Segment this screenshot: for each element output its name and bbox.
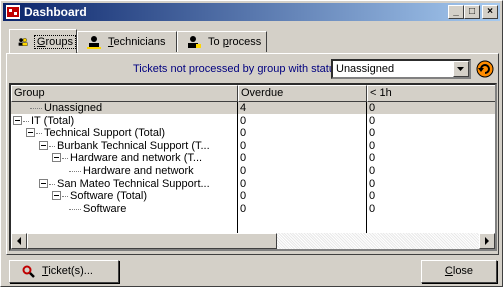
tree-connector bbox=[62, 158, 68, 160]
status-select[interactable]: Unassigned bbox=[331, 59, 471, 79]
tab-to-process-label: To process bbox=[208, 36, 262, 48]
cell-overdue: 4 bbox=[240, 102, 247, 114]
cell-lt1h: 0 bbox=[369, 202, 376, 215]
groups-table[interactable]: Group Overdue < 1h Unassigned 4 0 IT (Total… bbox=[9, 83, 497, 251]
arrow-left-icon bbox=[17, 237, 21, 245]
chevron-down-icon bbox=[457, 67, 464, 71]
cell-group: Burbank Technical Support (T... bbox=[57, 139, 210, 152]
table-row[interactable]: IT (Total) 0 0 bbox=[11, 115, 495, 127]
window-title: Dashboard bbox=[24, 5, 87, 19]
dashboard-window: Dashboard _ □ × Groups Technicians To pr… bbox=[0, 0, 503, 287]
cell-group: Technical Support (Total) bbox=[44, 127, 166, 140]
status-select-dropdown-button[interactable] bbox=[453, 61, 469, 77]
table-row[interactable]: Burbank Technical Support (T... 0 0 bbox=[11, 140, 495, 152]
column-header-lt1h[interactable]: < 1h bbox=[367, 85, 495, 102]
collapse-toggle-icon[interactable] bbox=[52, 191, 61, 201]
tab-groups[interactable]: Groups bbox=[9, 29, 77, 53]
cell-lt1h: 0 bbox=[369, 190, 376, 203]
dashboard-app-icon bbox=[6, 5, 20, 19]
maximize-button[interactable]: □ bbox=[464, 5, 480, 19]
minimize-button[interactable]: _ bbox=[448, 5, 464, 19]
tickets-button[interactable]: Ticket(s)... bbox=[9, 260, 119, 283]
cell-group: Unassigned bbox=[44, 102, 103, 114]
cell-overdue: 0 bbox=[240, 127, 247, 140]
tab-to-process[interactable]: To process bbox=[177, 31, 267, 52]
technician-icon bbox=[87, 36, 101, 49]
refresh-icon[interactable] bbox=[475, 59, 495, 79]
table-row[interactable]: San Mateo Technical Support... 0 0 bbox=[11, 178, 495, 190]
tickets-button-label: Ticket(s)... bbox=[42, 265, 93, 277]
tab-technicians[interactable]: Technicians bbox=[77, 31, 177, 52]
cell-overdue: 0 bbox=[240, 165, 247, 177]
table-row[interactable]: Technical Support (Total) 0 0 bbox=[11, 127, 495, 139]
tree-connector bbox=[30, 108, 42, 109]
collapse-toggle-icon[interactable] bbox=[39, 178, 48, 188]
tree-connector bbox=[36, 133, 42, 135]
scroll-thumb[interactable] bbox=[27, 233, 277, 249]
cell-lt1h: 0 bbox=[369, 102, 376, 114]
cell-lt1h: 0 bbox=[369, 165, 376, 177]
tree-connector bbox=[23, 120, 29, 122]
cell-group: Hardware and network bbox=[83, 165, 194, 177]
scroll-left-button[interactable] bbox=[11, 233, 27, 249]
cell-overdue: 0 bbox=[240, 114, 247, 127]
cell-overdue: 0 bbox=[240, 177, 247, 190]
scroll-right-button[interactable] bbox=[479, 233, 495, 249]
cell-overdue: 0 bbox=[240, 190, 247, 203]
cell-lt1h: 0 bbox=[369, 177, 376, 190]
horizontal-scrollbar[interactable] bbox=[11, 233, 495, 249]
close-button-label: Close bbox=[444, 265, 474, 277]
column-divider bbox=[237, 102, 238, 236]
tree-connector bbox=[69, 208, 81, 210]
table-row[interactable]: Unassigned 4 0 bbox=[11, 102, 495, 114]
close-button[interactable]: Close bbox=[421, 260, 497, 283]
status-select-value: Unassigned bbox=[336, 63, 395, 75]
cell-group: Software (Total) bbox=[70, 190, 148, 203]
tree-connector bbox=[49, 145, 55, 147]
cell-overdue: 0 bbox=[240, 139, 247, 152]
cell-lt1h: 0 bbox=[369, 139, 376, 152]
cell-lt1h: 0 bbox=[369, 114, 376, 127]
tree-connector bbox=[49, 183, 55, 185]
collapse-toggle-icon[interactable] bbox=[13, 115, 22, 125]
cell-group: Hardware and network (T... bbox=[70, 152, 203, 165]
tab-groups-label: Groups bbox=[33, 34, 76, 49]
table-row[interactable]: Software (Total) 0 0 bbox=[11, 190, 495, 202]
collapse-toggle-icon[interactable] bbox=[52, 153, 61, 163]
to-process-icon bbox=[188, 36, 201, 48]
cell-overdue: 0 bbox=[240, 202, 247, 215]
collapse-toggle-icon[interactable] bbox=[39, 140, 48, 150]
column-header-group[interactable]: Group bbox=[11, 85, 238, 102]
status-filter-label: Tickets not processed by group with stat… bbox=[133, 63, 344, 75]
cell-group: San Mateo Technical Support... bbox=[57, 177, 210, 190]
column-divider bbox=[366, 102, 367, 236]
collapse-toggle-icon[interactable] bbox=[26, 128, 35, 138]
cell-lt1h: 0 bbox=[369, 127, 376, 140]
group-icon bbox=[18, 37, 28, 46]
table-row[interactable]: Software 0 0 bbox=[11, 203, 495, 215]
tab-technicians-label: Technicians bbox=[108, 36, 166, 48]
tree-connector bbox=[69, 171, 81, 172]
column-header-overdue[interactable]: Overdue bbox=[238, 85, 367, 102]
close-window-button[interactable]: × bbox=[482, 5, 498, 19]
cell-lt1h: 0 bbox=[369, 152, 376, 165]
magnifier-icon bbox=[22, 265, 35, 278]
table-row[interactable]: Hardware and network (T... 0 0 bbox=[11, 152, 495, 164]
arrow-right-icon bbox=[485, 237, 489, 245]
cell-group: Software bbox=[83, 202, 127, 215]
tree-connector bbox=[62, 196, 68, 198]
title-bar[interactable]: Dashboard _ □ × bbox=[3, 3, 500, 21]
cell-group: IT (Total) bbox=[31, 114, 75, 127]
table-row[interactable]: Hardware and network 0 0 bbox=[11, 165, 495, 177]
cell-overdue: 0 bbox=[240, 152, 247, 165]
